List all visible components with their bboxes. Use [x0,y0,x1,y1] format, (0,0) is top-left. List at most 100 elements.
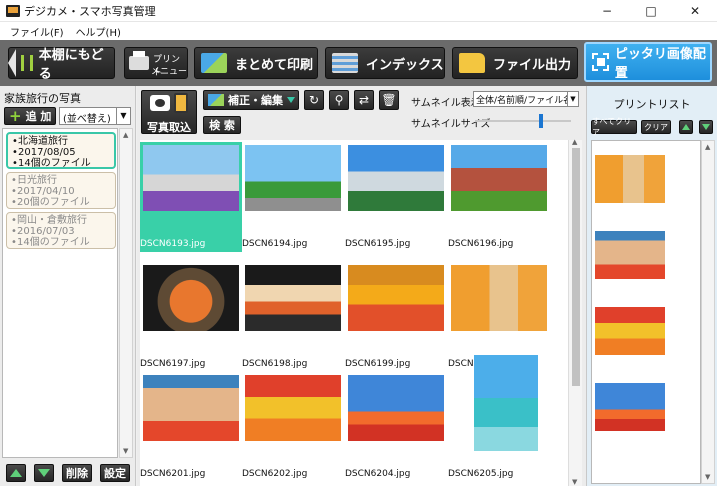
album-count: 20個のファイル [11,197,115,208]
edit-label: 補正・編集 [228,94,283,107]
photo-filename: DSCN6194.jpg [242,239,308,249]
menu-bar: ファイル(F) ヘルプ(H) [0,22,717,40]
photo-thumbnail[interactable]: DSCN6196.jpg [448,142,550,252]
album-settings-button[interactable]: 設定 [100,464,130,482]
album-scrollbar[interactable]: ▲ ▼ [119,128,133,458]
arrow-down-icon [38,469,50,477]
clear-all-button[interactable]: すべてクリア [591,117,637,137]
thumbnail-size-slider[interactable] [475,114,571,128]
index-label: インデックス [366,57,444,73]
batch-print-icon [201,53,227,73]
move-album-down-button[interactable] [34,464,54,482]
menu-file[interactable]: ファイル(F) [4,24,70,39]
file-export-button[interactable]: ファイル出力 [452,47,578,79]
print-menu-button[interactable]: プリント メニュー [124,47,188,79]
minimize-button[interactable]: − [585,0,629,22]
album-item-okayama[interactable]: 岡山・倉敷旅行 2016/07/03 14個のファイル [6,212,116,249]
photo-thumbnail[interactable]: DSCN6193.jpg [140,142,242,252]
back-to-shelf-button[interactable]: 本棚にもどる [8,47,115,82]
print-list-item[interactable] [595,231,665,279]
scroll-down-icon[interactable]: ▼ [705,473,710,481]
move-down-button[interactable] [699,120,713,134]
photo-thumbnail[interactable]: DSCN6199.jpg [345,262,447,372]
photo-thumbnail[interactable]: DSCN6194.jpg [242,142,344,252]
scroll-down-icon[interactable]: ▼ [572,478,577,486]
photo-filename: DSCN6198.jpg [242,359,308,369]
photo-thumbnail[interactable]: DSCN6204.jpg [345,372,447,482]
app-icon [6,4,20,17]
album-date: 2017/04/10 [11,186,115,197]
photo-thumbnail[interactable]: DSCN6202.jpg [242,372,344,482]
photo-filename: DSCN6202.jpg [242,469,308,479]
window-title: デジカメ・スマホ写真管理 [24,4,156,18]
back-arrow-icon [8,49,16,77]
fit-layout-label: ピッタリ画像配置 [614,47,706,81]
arrow-up-icon [682,124,690,130]
photo-image [245,265,341,331]
print-list-scrollbar[interactable]: ▲ ▼ [701,140,715,484]
album-item-hokkaido[interactable]: 北海道旅行 2017/08/05 14個のファイル [6,132,116,169]
sort-select[interactable]: (並べ替え) [59,107,117,125]
print-list [591,140,701,484]
photo-thumbnail[interactable]: DSCN6201.jpg [140,372,242,482]
edit-dropdown-button[interactable]: 補正・編集 [203,90,299,110]
shelf-icon [21,55,33,71]
search-button[interactable]: 検 索 [203,116,241,134]
print-list-item[interactable] [595,155,665,203]
print-list-item[interactable] [595,383,665,431]
index-button[interactable]: インデックス [325,47,445,79]
move-album-up-button[interactable] [6,464,26,482]
album-item-nikko[interactable]: 日光旅行 2017/04/10 20個のファイル [6,172,116,209]
clear-button[interactable]: クリア [641,120,671,134]
maximize-button[interactable]: □ [629,0,673,22]
chevron-down-icon[interactable]: ▼ [567,91,579,107]
batch-print-button[interactable]: まとめて印刷 [194,47,318,79]
move-up-button[interactable] [679,120,693,134]
photo-filename: DSCN6196.jpg [448,239,514,249]
close-button[interactable]: ✕ [673,0,717,22]
magnifier-icon: ⚲ [334,93,344,107]
photo-thumbnail[interactable]: DSCN6198.jpg [242,262,344,372]
trash-button[interactable]: 🗑 [379,90,399,110]
photo-thumbnail[interactable]: DSCN6205.jpg [448,355,550,482]
scroll-thumb[interactable] [572,148,580,386]
folder-icon [459,53,485,73]
album-name: 岡山・倉敷旅行 [11,215,115,226]
swap-button[interactable]: ⇄ [354,90,374,110]
scroll-up-icon[interactable]: ▲ [705,143,710,151]
photo-image [348,265,444,331]
fit-layout-button[interactable]: ピッタリ画像配置 [584,42,712,82]
chevron-down-icon[interactable]: ▼ [117,107,131,125]
album-name: 北海道旅行 [12,136,114,147]
scroll-up-icon[interactable]: ▲ [572,138,577,146]
add-album-button[interactable]: + 追 加 [4,107,56,125]
photo-filename: DSCN6201.jpg [140,469,206,479]
photo-image [348,145,444,211]
photo-image [474,355,538,451]
print-list-item[interactable] [595,307,665,355]
edit-image-icon [208,94,224,106]
photo-thumbnail[interactable]: DSCN6195.jpg [345,142,447,252]
photo-image [245,145,341,211]
zoom-button[interactable]: ⚲ [329,90,349,110]
print-list-title: プリントリスト [613,98,691,111]
menu-help[interactable]: ヘルプ(H) [70,24,127,39]
plus-icon: + [9,106,22,125]
trash-icon: 🗑 [381,93,397,107]
import-photos-button[interactable]: 写真取込 [141,90,197,134]
add-label: 追 加 [25,110,52,123]
photo-grid-scrollbar[interactable]: ▲ ▼ [568,138,582,486]
slider-handle[interactable] [539,114,544,128]
thumbnail-display-select[interactable]: 全体/名前順/ファイル名 [473,91,569,107]
printer-icon [129,51,149,70]
scroll-down-icon[interactable]: ▼ [123,447,128,455]
photo-thumbnail[interactable]: DSCN6197.jpg [140,262,242,372]
album-date: 2016/07/03 [11,226,115,237]
rotate-button[interactable]: ↻ [304,90,324,110]
scroll-up-icon[interactable]: ▲ [123,131,128,139]
fit-layout-icon [592,53,609,71]
album-count: 14個のファイル [12,158,114,169]
delete-album-button[interactable]: 削除 [62,464,92,482]
photo-filename: DSCN6197.jpg [140,359,206,369]
photo-filename: DSCN6193.jpg [140,239,206,249]
